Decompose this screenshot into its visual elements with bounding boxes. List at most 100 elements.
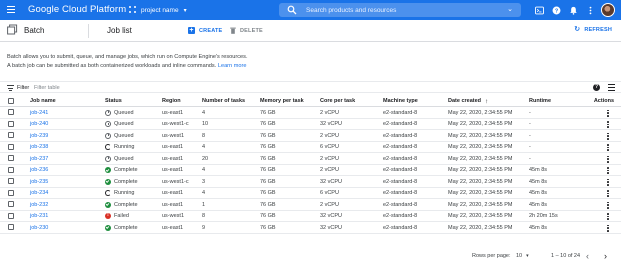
- menu-icon[interactable]: [7, 6, 15, 13]
- column-header-tasks[interactable]: Number of tasks: [202, 98, 245, 104]
- region-cell: us-east1: [162, 190, 184, 196]
- status-failed-icon: [105, 212, 111, 219]
- sort-arrow-up-icon[interactable]: ↑: [485, 98, 488, 105]
- search-bar[interactable]: Search products and resources ⌄: [279, 3, 521, 17]
- rows-per-page-select[interactable]: 10 ▾: [516, 253, 529, 259]
- row-actions-more-icon[interactable]: [607, 167, 609, 174]
- refresh-label: REFRESH: [584, 27, 612, 33]
- top-app-bar: Google Cloud Platform project name ▾ Sea…: [0, 0, 621, 20]
- job-name-link[interactable]: job-239: [30, 133, 48, 139]
- runtime-cell: 45m 8s: [529, 190, 548, 196]
- table-row[interactable]: job-239 Queued us-west1 8 76 GB 2 vCPU e2-stan…: [0, 130, 621, 142]
- previous-page-button[interactable]: ‹: [586, 250, 589, 262]
- delete-button[interactable]: DELETE: [230, 27, 263, 34]
- brand-title[interactable]: Google Cloud Platform: [28, 4, 126, 16]
- table-row[interactable]: job-236 Complete us-east1 4 76 GB 2 vCPU e2-st…: [0, 165, 621, 176]
- status-cell: Queued: [105, 132, 134, 139]
- learn-more-link[interactable]: Learn more: [218, 63, 247, 69]
- status-cell: Complete: [105, 167, 138, 173]
- filter-bar: Filter Filter table ?: [0, 81, 621, 93]
- column-display-icon[interactable]: [608, 84, 615, 91]
- avatar[interactable]: [601, 3, 615, 17]
- region-cell: us-west1-c: [162, 178, 189, 185]
- job-name-link[interactable]: job-231: [30, 213, 48, 219]
- row-actions-more-icon[interactable]: [607, 224, 609, 232]
- column-header-date[interactable]: Date created ↑: [448, 98, 488, 105]
- job-name-link[interactable]: job-232: [30, 202, 48, 208]
- create-button[interactable]: + CREATE: [188, 27, 222, 34]
- job-name-link[interactable]: job-235: [30, 179, 48, 185]
- row-checkbox[interactable]: [8, 212, 14, 219]
- project-selector[interactable]: project name ▾: [129, 4, 187, 16]
- row-actions-more-icon[interactable]: [607, 178, 609, 186]
- row-checkbox[interactable]: [8, 224, 14, 230]
- help-icon[interactable]: ?: [551, 5, 561, 15]
- column-header-name[interactable]: Job name: [30, 98, 56, 104]
- project-name: project name: [141, 6, 179, 14]
- job-name-link[interactable]: job-238: [30, 144, 48, 150]
- row-checkbox[interactable]: [8, 155, 14, 161]
- column-header-region[interactable]: Region: [162, 98, 181, 104]
- row-actions-more-icon[interactable]: [607, 132, 609, 140]
- job-name-link[interactable]: job-241: [30, 110, 48, 116]
- job-name-link[interactable]: job-236: [30, 167, 48, 173]
- memory-cell: 76 GB: [260, 109, 276, 116]
- status-label: Queued: [114, 121, 134, 127]
- tasks-cell: 20: [202, 155, 209, 162]
- table-row[interactable]: job-237 Queued us-east1 20 76 GB 2 vCPU e2-sta…: [0, 153, 621, 165]
- column-header-memory[interactable]: Memory per task: [260, 98, 304, 104]
- refresh-button[interactable]: ↻ REFRESH: [574, 26, 612, 33]
- row-checkbox[interactable]: [8, 189, 14, 196]
- region-cell: us-east1: [162, 224, 184, 231]
- status-cell: Queued: [105, 109, 134, 116]
- table-row[interactable]: job-241 Queued us-east1 4 76 GB 2 vCPU e2-stan…: [0, 107, 621, 119]
- status-queued-icon: [105, 155, 111, 162]
- row-checkbox[interactable]: [8, 120, 14, 127]
- next-page-button[interactable]: ›: [604, 250, 607, 262]
- job-name-link[interactable]: job-240: [30, 121, 48, 127]
- job-name-link[interactable]: job-234: [30, 190, 48, 196]
- select-all-checkbox[interactable]: [8, 97, 14, 104]
- help-icon[interactable]: ?: [593, 84, 600, 91]
- row-actions-more-icon[interactable]: [607, 155, 609, 163]
- row-actions-more-icon[interactable]: [607, 144, 609, 151]
- job-name-link[interactable]: job-237: [30, 156, 48, 162]
- machine-type-cell: e2-standard-8: [383, 178, 418, 185]
- table-row[interactable]: job-234 Running us-east1 4 76 GB 6 vCPU e2-sta…: [0, 188, 621, 199]
- table-row[interactable]: job-235 Complete us-west1-c 3 76 GB 32 vCPU e2…: [0, 176, 621, 188]
- table-row[interactable]: job-238 Running us-east1 4 76 GB 6 vCPU e2-sta…: [0, 142, 621, 153]
- column-header-machine-type[interactable]: Machine type: [383, 98, 418, 104]
- row-actions-more-icon[interactable]: [607, 121, 609, 128]
- memory-cell: 76 GB: [260, 144, 276, 150]
- tasks-cell: 3: [202, 178, 206, 185]
- more-vert-icon[interactable]: [585, 5, 595, 15]
- column-header-core[interactable]: Core per task: [320, 98, 355, 104]
- row-checkbox[interactable]: [8, 166, 14, 173]
- row-checkbox[interactable]: [8, 143, 14, 150]
- row-actions-more-icon[interactable]: [607, 213, 609, 220]
- row-checkbox[interactable]: [8, 201, 14, 207]
- status-label: Queued: [114, 155, 134, 162]
- table-row[interactable]: job-232 Complete us-east1 1 76 GB 2 vCPU e2-st…: [0, 199, 621, 211]
- row-checkbox[interactable]: [8, 178, 14, 184]
- notifications-icon[interactable]: [568, 5, 578, 15]
- job-name-link[interactable]: job-230: [30, 225, 48, 231]
- row-actions-more-icon[interactable]: [607, 109, 609, 117]
- row-checkbox[interactable]: [8, 109, 14, 115]
- filter-input[interactable]: Filter table: [34, 85, 60, 91]
- service-name[interactable]: Batch: [24, 26, 44, 35]
- row-actions-more-icon[interactable]: [607, 201, 609, 209]
- terminal-icon[interactable]: [534, 5, 544, 15]
- chevron-down-icon[interactable]: ⌄: [507, 5, 513, 13]
- row-actions-more-icon[interactable]: [607, 190, 609, 197]
- jobs-table: Job name Status Region Number of tasks M…: [0, 95, 621, 234]
- table-row[interactable]: job-230 Complete us-east1 9 76 GB 32 vCPU e2-s…: [0, 222, 621, 234]
- column-header-status[interactable]: Status: [105, 98, 122, 104]
- status-running-icon: [105, 190, 111, 196]
- status-cell: Running: [105, 190, 135, 196]
- table-row[interactable]: job-240 Queued us-west1-c 10 76 GB 32 vCPU e2-…: [0, 119, 621, 130]
- column-header-runtime[interactable]: Runtime: [529, 98, 551, 104]
- row-checkbox[interactable]: [8, 132, 14, 138]
- table-row[interactable]: job-231 Failed us-west1 8 76 GB 32 vCPU e2-sta…: [0, 211, 621, 222]
- status-queued-icon: [105, 109, 111, 116]
